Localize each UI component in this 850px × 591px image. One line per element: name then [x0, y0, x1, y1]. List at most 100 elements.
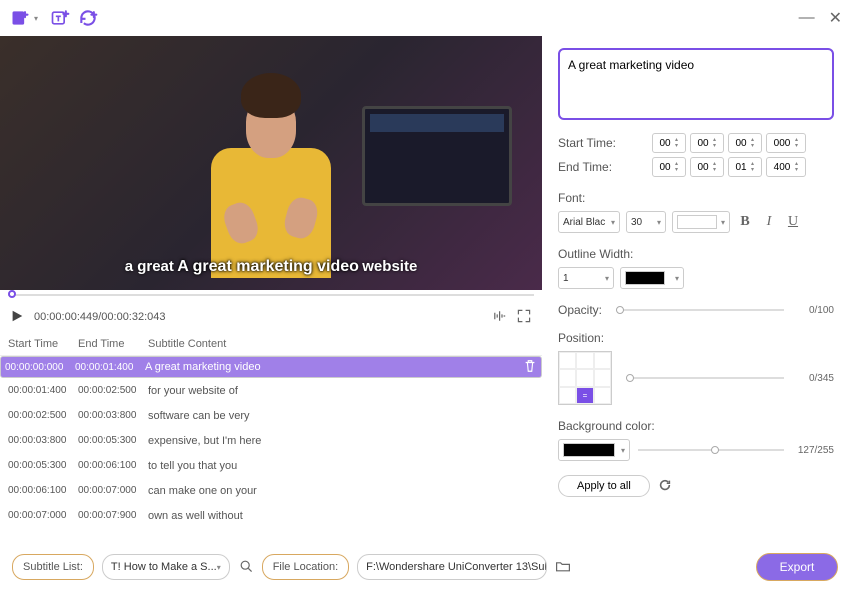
- font-label: Font:: [558, 191, 834, 205]
- header-content: Subtitle Content: [148, 338, 534, 350]
- row-start: 00:00:01:400: [8, 385, 78, 396]
- video-subtitle-overlay: a great A great marketing video website: [0, 258, 542, 276]
- font-color-select[interactable]: ▾: [672, 211, 730, 233]
- row-end: 00:00:07:900: [78, 510, 148, 521]
- position-bottom-center[interactable]: =: [576, 387, 593, 404]
- bg-color-select[interactable]: ▾: [558, 439, 630, 461]
- subtitle-suffix: website: [362, 258, 417, 275]
- start-ms-input[interactable]: ▴▾: [766, 133, 806, 153]
- reset-button[interactable]: [658, 478, 672, 495]
- table-row[interactable]: 00:00:07:90000:00:09:200having expensive…: [0, 528, 542, 536]
- end-s-input[interactable]: ▴▾: [728, 157, 762, 177]
- header-end: End Time: [78, 338, 148, 350]
- bg-opacity-value: 127/255: [792, 445, 834, 456]
- opacity-value: 0/100: [792, 305, 834, 316]
- row-text: A great marketing video: [145, 361, 523, 373]
- table-row[interactable]: 00:00:07:00000:00:07:900own as well with…: [0, 503, 542, 528]
- file-location-select[interactable]: F:\Wondershare UniConverter 13\SubEdi▾: [357, 554, 547, 580]
- export-button[interactable]: Export: [756, 553, 838, 581]
- end-ms-input[interactable]: ▴▾: [766, 157, 806, 177]
- bg-opacity-slider[interactable]: [638, 449, 784, 451]
- end-time-label: End Time:: [558, 160, 648, 174]
- table-row[interactable]: 00:00:02:50000:00:03:800software can be …: [0, 403, 542, 428]
- subtitle-main: A great marketing video: [177, 258, 359, 276]
- table-row[interactable]: 00:00:01:40000:00:02:500for your website…: [0, 378, 542, 403]
- outline-width-label: Outline Width:: [558, 247, 834, 261]
- row-text: software can be very: [148, 410, 534, 422]
- header-start: Start Time: [8, 338, 78, 350]
- row-start: 00:00:03:800: [8, 435, 78, 446]
- chevron-down-icon[interactable]: ▾: [34, 14, 38, 23]
- row-start: 00:00:07:900: [8, 535, 78, 536]
- start-h-input[interactable]: ▴▾: [652, 133, 686, 153]
- row-start: 00:00:02:500: [8, 410, 78, 421]
- font-family-select[interactable]: Arial Blac▾: [558, 211, 620, 233]
- position-value: 0/345: [792, 373, 834, 384]
- row-end: 00:00:05:300: [78, 435, 148, 446]
- row-end: 00:00:09:200: [78, 535, 148, 536]
- start-s-input[interactable]: ▴▾: [728, 133, 762, 153]
- fullscreen-button[interactable]: [516, 308, 532, 327]
- apply-to-all-button[interactable]: Apply to all: [558, 475, 650, 497]
- video-preview[interactable]: a great A great marketing video website: [0, 36, 542, 290]
- row-text: own as well without: [148, 510, 534, 522]
- person-figure: [191, 73, 351, 273]
- position-grid[interactable]: =: [558, 351, 612, 405]
- opacity-label: Opacity:: [558, 303, 608, 317]
- add-text-button[interactable]: [48, 6, 72, 30]
- row-start: 00:00:00:000: [5, 362, 75, 373]
- add-media-button[interactable]: [8, 6, 32, 30]
- time-display: 00:00:00:449/00:00:32:043: [34, 311, 166, 323]
- position-label: Position:: [558, 331, 834, 345]
- start-m-input[interactable]: ▴▾: [690, 133, 724, 153]
- subtitle-editor-panel: Start Time: ▴▾ ▴▾ ▴▾ ▴▾ End Time: ▴▾ ▴▾ …: [542, 36, 850, 536]
- row-text: expensive, but I'm here: [148, 435, 534, 447]
- subtitle-text-input[interactable]: [558, 48, 834, 120]
- subtitle-list-select[interactable]: T! How to Make a S...▾: [102, 554, 230, 580]
- row-end: 00:00:02:500: [78, 385, 148, 396]
- row-end: 00:00:06:100: [78, 460, 148, 471]
- start-time-label: Start Time:: [558, 136, 648, 150]
- outline-color-select[interactable]: ▾: [620, 267, 684, 289]
- row-start: 00:00:06:100: [8, 485, 78, 496]
- search-icon[interactable]: [238, 558, 254, 577]
- row-end: 00:00:07:000: [78, 485, 148, 496]
- opacity-slider[interactable]: [616, 309, 784, 311]
- playbar: 00:00:00:449/00:00:32:043: [0, 302, 542, 332]
- end-h-input[interactable]: ▴▾: [652, 157, 686, 177]
- refresh-button[interactable]: [76, 6, 100, 30]
- italic-button[interactable]: I: [760, 213, 778, 231]
- play-button[interactable]: [10, 309, 24, 326]
- close-button[interactable]: ✕: [829, 8, 842, 28]
- table-row[interactable]: 00:00:00:00000:00:01:400A great marketin…: [0, 356, 542, 378]
- subtitle-prefix: a great: [125, 258, 174, 275]
- folder-icon[interactable]: [555, 558, 571, 577]
- bold-button[interactable]: B: [736, 213, 754, 231]
- table-row[interactable]: 00:00:03:80000:00:05:300expensive, but I…: [0, 428, 542, 453]
- titlebar-toolbar: ▾ — ✕: [0, 0, 850, 36]
- position-slider[interactable]: [626, 377, 784, 379]
- subtitle-table: 00:00:00:00000:00:01:400A great marketin…: [0, 356, 542, 536]
- row-text: can make one on your: [148, 485, 534, 497]
- row-start: 00:00:05:300: [8, 460, 78, 471]
- row-end: 00:00:01:400: [75, 362, 145, 373]
- font-size-select[interactable]: 30▾: [626, 211, 666, 233]
- minimize-button[interactable]: —: [799, 9, 815, 27]
- end-m-input[interactable]: ▴▾: [690, 157, 724, 177]
- underline-button[interactable]: U: [784, 213, 802, 231]
- subtitle-list-label: Subtitle List:: [12, 554, 94, 580]
- row-text: for your website of: [148, 385, 534, 397]
- row-text: to tell you that you: [148, 460, 534, 472]
- file-location-label: File Location:: [262, 554, 349, 580]
- waveform-button[interactable]: [490, 308, 506, 327]
- bottom-bar: Subtitle List: T! How to Make a S...▾ Fi…: [0, 543, 850, 591]
- timeline-handle[interactable]: [8, 290, 16, 298]
- subtitle-table-header: Start Time End Time Subtitle Content: [0, 332, 542, 356]
- outline-width-select[interactable]: 1▾: [558, 267, 614, 289]
- timeline-scrubber[interactable]: [0, 290, 542, 302]
- table-row[interactable]: 00:00:06:10000:00:07:000can make one on …: [0, 478, 542, 503]
- monitor-prop: [362, 106, 512, 206]
- row-text: having expensive gear: [148, 535, 534, 537]
- delete-row-icon[interactable]: [523, 359, 537, 376]
- table-row[interactable]: 00:00:05:30000:00:06:100to tell you that…: [0, 453, 542, 478]
